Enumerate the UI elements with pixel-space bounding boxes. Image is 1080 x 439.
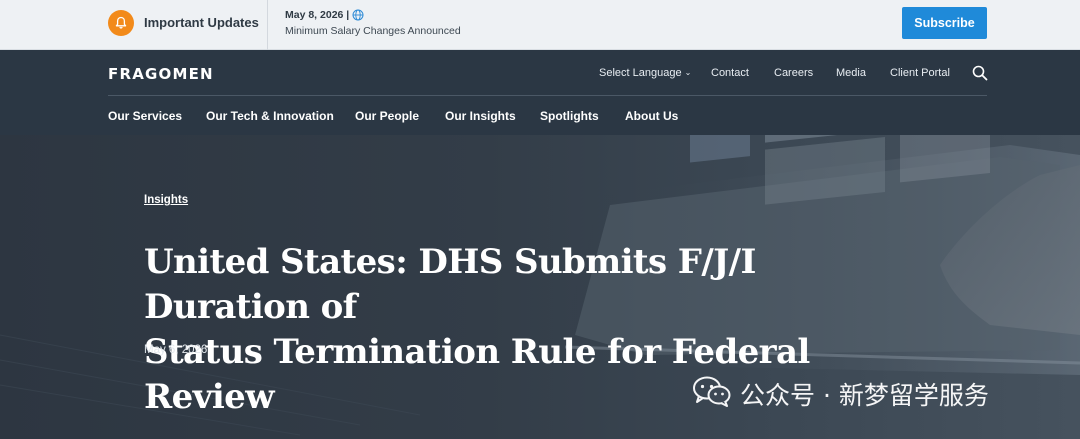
article-hero: Insights United States: DHS Submits F/J/… <box>0 135 1080 439</box>
search-icon[interactable] <box>972 65 988 81</box>
update-date: May 8, 2026 | <box>285 9 350 21</box>
header-divider <box>108 95 987 96</box>
nav-spotlights[interactable]: Spotlights <box>540 109 599 123</box>
article-title-line-1: United States: DHS Submits F/J/I Duratio… <box>144 242 756 327</box>
update-headline-link[interactable]: Minimum Salary Changes Announced <box>285 25 461 37</box>
update-date-row: May 8, 2026 | <box>285 9 364 21</box>
select-language-dropdown[interactable]: Select Language ⌄ <box>599 67 691 79</box>
topbar-divider <box>267 0 268 50</box>
announcement-bar: Important Updates May 8, 2026 | Minimum … <box>0 0 1080 50</box>
nav-our-tech-innovation[interactable]: Our Tech & Innovation <box>206 109 334 123</box>
watermark-text: 公众号 · 新梦留学服务 <box>740 381 989 410</box>
site-header: FRAGOMEN Select Language ⌄ Contact Career… <box>0 50 1080 135</box>
nav-about-us[interactable]: About Us <box>625 109 678 123</box>
nav-contact-link[interactable]: Contact <box>711 67 749 79</box>
chevron-down-icon: ⌄ <box>684 68 692 77</box>
nav-our-insights[interactable]: Our Insights <box>445 109 516 123</box>
breadcrumb-insights-link[interactable]: Insights <box>144 194 188 206</box>
wechat-icon <box>692 375 732 413</box>
select-language-label: Select Language <box>599 67 682 79</box>
nav-careers-link[interactable]: Careers <box>774 67 813 79</box>
important-updates-label: Important Updates <box>144 15 259 30</box>
nav-our-people[interactable]: Our People <box>355 109 419 123</box>
publish-date: May 6, 2026 <box>144 344 208 356</box>
nav-our-services[interactable]: Our Services <box>108 109 182 123</box>
subscribe-button[interactable]: Subscribe <box>902 7 987 39</box>
nav-client-portal-link[interactable]: Client Portal <box>890 67 950 79</box>
fragomen-logo[interactable]: FRAGOMEN <box>108 65 214 83</box>
bell-icon <box>108 10 134 36</box>
globe-icon <box>352 9 364 21</box>
nav-media-link[interactable]: Media <box>836 67 866 79</box>
wechat-watermark: 公众号 · 新梦留学服务 <box>692 375 989 413</box>
